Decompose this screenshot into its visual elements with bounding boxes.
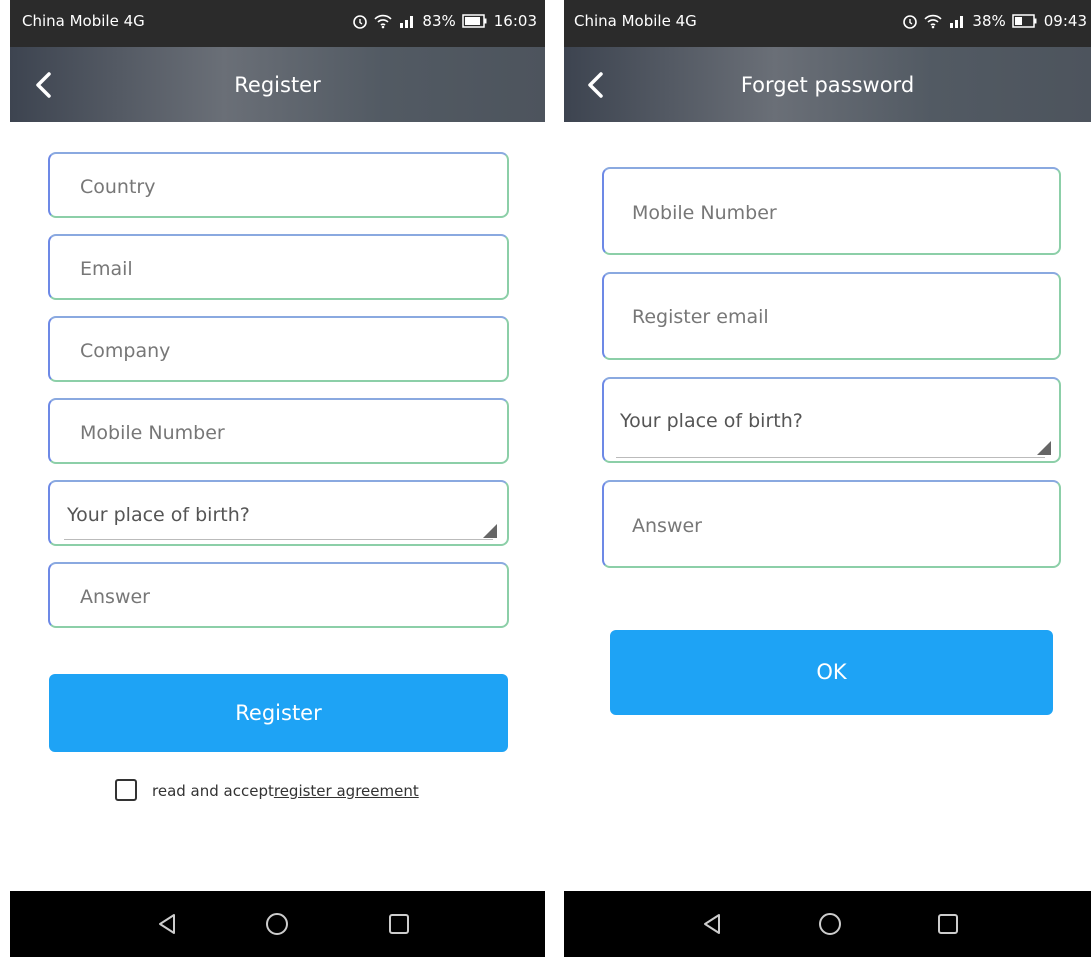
- nav-recents-icon[interactable]: [387, 912, 411, 936]
- company-field[interactable]: Company: [48, 316, 509, 382]
- page-title: Forget password: [740, 73, 915, 97]
- security-question-value: Your place of birth?: [67, 504, 250, 526]
- page-title: Register: [234, 73, 321, 97]
- carrier-label: China Mobile 4G: [574, 12, 697, 30]
- clock: 16:03: [493, 12, 537, 30]
- mobile-number-placeholder: Mobile Number: [632, 202, 777, 224]
- alarm-icon: [353, 15, 368, 29]
- country-placeholder: Country: [80, 176, 156, 198]
- battery-icon: [462, 14, 487, 28]
- select-underline: [616, 457, 1045, 458]
- dropdown-arrow-icon: [483, 524, 497, 538]
- wifi-icon: [924, 14, 943, 29]
- signal-icon: [950, 16, 964, 28]
- carrier-label: China Mobile 4G: [22, 12, 145, 30]
- nav-back-icon[interactable]: [155, 912, 179, 936]
- email-placeholder: Email: [80, 258, 133, 280]
- navigation-bar: [564, 891, 1091, 957]
- clock: 09:43: [1043, 12, 1087, 30]
- agreement-text: read and acceptregister agreement: [152, 782, 419, 800]
- title-bar: Forget password: [564, 47, 1091, 122]
- wifi-icon: [374, 14, 393, 29]
- nav-home-icon[interactable]: [265, 912, 289, 936]
- nav-back-icon[interactable]: [700, 912, 724, 936]
- country-field[interactable]: Country: [48, 152, 509, 218]
- status-indicators: 83% 16:03: [352, 12, 537, 30]
- signal-icon: [400, 16, 414, 28]
- security-question-value: Your place of birth?: [620, 410, 803, 432]
- answer-field[interactable]: Answer: [602, 480, 1061, 568]
- agreement-checkbox[interactable]: [115, 779, 137, 801]
- nav-home-icon[interactable]: [818, 912, 842, 936]
- title-bar: Register: [10, 47, 545, 122]
- security-question-select[interactable]: Your place of birth?: [48, 480, 509, 546]
- status-bar: China Mobile 4G 38% 09:43: [564, 0, 1091, 47]
- agreement-prefix: read and accept: [152, 782, 274, 800]
- mobile-number-field[interactable]: Mobile Number: [602, 167, 1061, 255]
- security-question-select[interactable]: Your place of birth?: [602, 377, 1061, 463]
- nav-recents-icon[interactable]: [936, 912, 960, 936]
- company-placeholder: Company: [80, 340, 171, 362]
- mobile-number-placeholder: Mobile Number: [80, 422, 225, 444]
- navigation-bar: [10, 891, 545, 957]
- dropdown-arrow-icon: [1037, 441, 1051, 455]
- register-button[interactable]: Register: [49, 674, 508, 752]
- battery-percent: 83%: [422, 12, 456, 30]
- register-email-placeholder: Register email: [632, 306, 769, 328]
- answer-field[interactable]: Answer: [48, 562, 509, 628]
- battery-percent: 38%: [972, 12, 1006, 30]
- forget-password-screen: China Mobile 4G 38% 09:43 Forget passwor…: [564, 0, 1091, 957]
- ok-button[interactable]: OK: [610, 630, 1053, 715]
- status-indicators: 38% 09:43: [902, 12, 1087, 30]
- status-bar: China Mobile 4G 83% 16:03: [10, 0, 545, 47]
- answer-placeholder: Answer: [80, 586, 150, 608]
- select-underline: [64, 539, 493, 540]
- register-screen: China Mobile 4G 83% 16:03 Register Count…: [10, 0, 545, 957]
- email-field[interactable]: Email: [48, 234, 509, 300]
- answer-placeholder: Answer: [632, 515, 702, 537]
- register-email-field[interactable]: Register email: [602, 272, 1061, 360]
- alarm-icon: [903, 15, 918, 29]
- battery-icon: [1012, 14, 1037, 28]
- register-agreement-link[interactable]: register agreement: [274, 782, 419, 800]
- mobile-number-field[interactable]: Mobile Number: [48, 398, 509, 464]
